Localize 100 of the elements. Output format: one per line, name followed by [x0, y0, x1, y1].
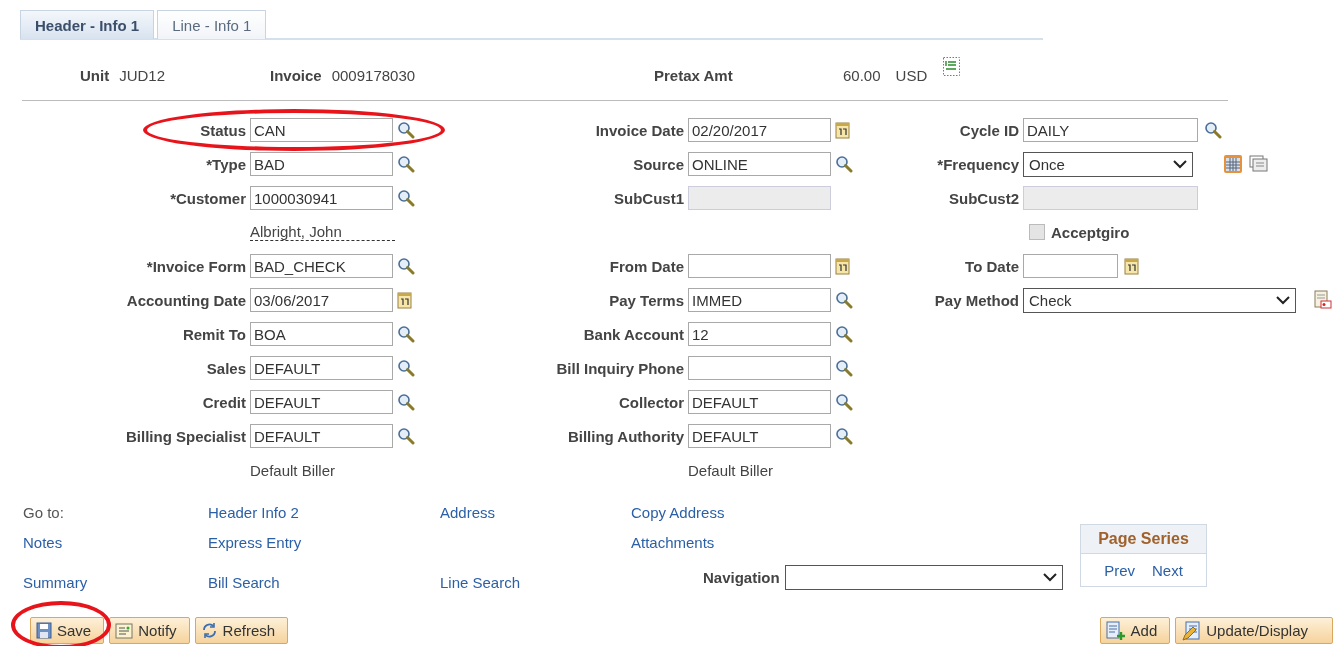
- checkbox-label: Acceptgiro: [1051, 223, 1130, 241]
- input-field[interactable]: BAD_CHECK: [250, 254, 393, 278]
- field-label: *Customer: [170, 189, 247, 207]
- search-icon[interactable]: [397, 189, 415, 207]
- document-card-icon[interactable]: [1314, 290, 1332, 310]
- summary-value: 0009178030: [331, 66, 416, 84]
- edit-document-icon: [1181, 620, 1202, 641]
- search-icon[interactable]: [835, 427, 853, 445]
- notify-button[interactable]: Notify: [109, 617, 190, 644]
- input-field[interactable]: CAN: [250, 118, 393, 142]
- summary-label: Invoice: [270, 66, 322, 84]
- note-icon: [115, 622, 134, 639]
- chevron-down-icon: [1042, 572, 1057, 582]
- search-icon[interactable]: [397, 325, 415, 343]
- field-label: To Date: [965, 257, 1020, 275]
- add-document-icon: [1105, 620, 1126, 641]
- field-label: *Type: [206, 155, 247, 173]
- input-field[interactable]: 1000030941: [250, 186, 393, 210]
- search-icon[interactable]: [397, 359, 415, 377]
- input-field[interactable]: DEFAULT: [688, 424, 831, 448]
- input-field[interactable]: [688, 356, 831, 380]
- input-field[interactable]: BAD: [250, 152, 393, 176]
- input-field[interactable]: [1023, 254, 1118, 278]
- search-icon[interactable]: [397, 121, 415, 139]
- input-field[interactable]: DEFAULT: [250, 356, 393, 380]
- chevron-down-icon: [1173, 159, 1187, 169]
- calendar-icon[interactable]: [397, 291, 413, 309]
- refresh-button[interactable]: Refresh: [194, 617, 289, 644]
- search-icon[interactable]: [1204, 121, 1222, 139]
- customer-name-link[interactable]: Albright, John: [250, 223, 395, 241]
- search-icon[interactable]: [397, 427, 415, 445]
- field-label: *Frequency: [937, 155, 1020, 173]
- field-label: Status: [200, 121, 247, 139]
- nav-link[interactable]: Copy Address: [631, 503, 1080, 521]
- search-icon[interactable]: [397, 155, 415, 173]
- summary-label: Pretax Amt: [654, 66, 734, 84]
- nav-link[interactable]: Header Info 2: [208, 503, 440, 521]
- nav-link[interactable]: Notes: [23, 533, 208, 551]
- stacked-pages-icon[interactable]: [1249, 155, 1269, 173]
- tab[interactable]: Header - Info 1: [20, 10, 155, 39]
- nav-link[interactable]: Address: [440, 503, 631, 521]
- input-field[interactable]: DEFAULT: [250, 424, 393, 448]
- input-field[interactable]: ONLINE: [688, 152, 831, 176]
- input-field[interactable]: DAILY: [1023, 118, 1198, 142]
- dropdown-field[interactable]: Check: [1023, 287, 1296, 313]
- field-label: From Date: [609, 257, 685, 275]
- navigation-label: Navigation: [703, 568, 780, 586]
- dropdown-field[interactable]: Once: [1023, 151, 1193, 177]
- search-icon[interactable]: [397, 393, 415, 411]
- field-label: Cycle ID: [959, 121, 1020, 139]
- search-icon[interactable]: [835, 393, 853, 411]
- input-field[interactable]: 03/06/2017: [250, 288, 393, 312]
- nav-link[interactable]: Express Entry: [208, 533, 440, 551]
- update-button[interactable]: Update/Display: [1175, 617, 1333, 644]
- grid-icon[interactable]: [1223, 154, 1243, 174]
- save-button[interactable]: Save: [30, 617, 105, 644]
- input-field[interactable]: DEFAULT: [250, 390, 393, 414]
- field-label: Pay Terms: [609, 291, 685, 309]
- tab[interactable]: Line - Info 1: [157, 10, 267, 39]
- nav-link[interactable]: Line Search: [440, 574, 631, 591]
- summary-value: JUD12: [119, 66, 166, 84]
- input-field[interactable]: BOA: [250, 322, 393, 346]
- input-field[interactable]: 02/20/2017: [688, 118, 831, 142]
- field-label: SubCust1: [614, 189, 685, 207]
- field-note: Default Biller: [250, 461, 337, 479]
- field-label: Collector: [619, 393, 685, 411]
- summary-label: Unit: [80, 66, 110, 84]
- search-icon[interactable]: [835, 325, 853, 343]
- input-field[interactable]: IMMED: [688, 288, 831, 312]
- field-note: Default Biller: [688, 461, 775, 479]
- calendar-icon[interactable]: [835, 121, 851, 139]
- search-icon[interactable]: [835, 359, 853, 377]
- calendar-icon[interactable]: [835, 257, 851, 275]
- page-series-title: Page Series: [1098, 530, 1189, 548]
- nav-link[interactable]: Summary: [23, 574, 208, 591]
- refresh-icon: [200, 622, 218, 639]
- search-icon[interactable]: [835, 291, 853, 309]
- prev-link[interactable]: Prev: [1104, 561, 1135, 579]
- summary-value: 60.00: [843, 66, 881, 84]
- field-label: Bank Account: [583, 325, 685, 343]
- field-label: Sales: [206, 359, 247, 377]
- next-link[interactable]: Next: [1152, 561, 1183, 579]
- input-field[interactable]: [688, 254, 831, 278]
- calendar-icon[interactable]: [1124, 257, 1140, 275]
- navigation-dropdown[interactable]: [784, 564, 1063, 590]
- chevron-down-icon: [1276, 295, 1290, 305]
- field-label: Pay Method: [934, 291, 1020, 309]
- field-label: Billing Specialist: [125, 427, 247, 445]
- search-icon[interactable]: [835, 155, 853, 173]
- goto-label: Go to:: [23, 503, 65, 521]
- field-label: Credit: [202, 393, 247, 411]
- search-icon[interactable]: [397, 257, 415, 275]
- nav-link[interactable]: Bill Search: [208, 574, 440, 591]
- field-label: Bill Inquiry Phone: [556, 359, 685, 377]
- nav-link[interactable]: Attachments: [631, 533, 1080, 551]
- input-field[interactable]: 12: [688, 322, 831, 346]
- document-icon[interactable]: [943, 56, 961, 76]
- input-field[interactable]: DEFAULT: [688, 390, 831, 414]
- currency-code: USD: [895, 66, 928, 84]
- add-button[interactable]: Add: [1099, 617, 1171, 644]
